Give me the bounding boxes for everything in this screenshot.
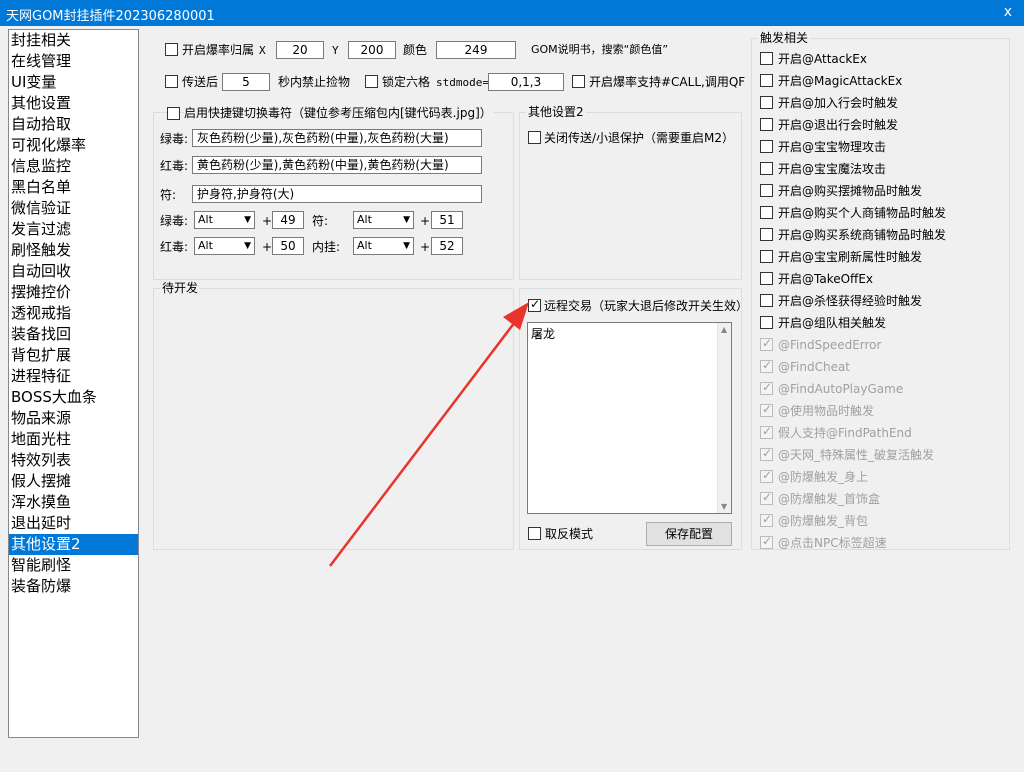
annotation-arrow bbox=[329, 302, 529, 567]
arrow-head bbox=[503, 302, 529, 330]
arrow-shaft bbox=[329, 317, 519, 567]
